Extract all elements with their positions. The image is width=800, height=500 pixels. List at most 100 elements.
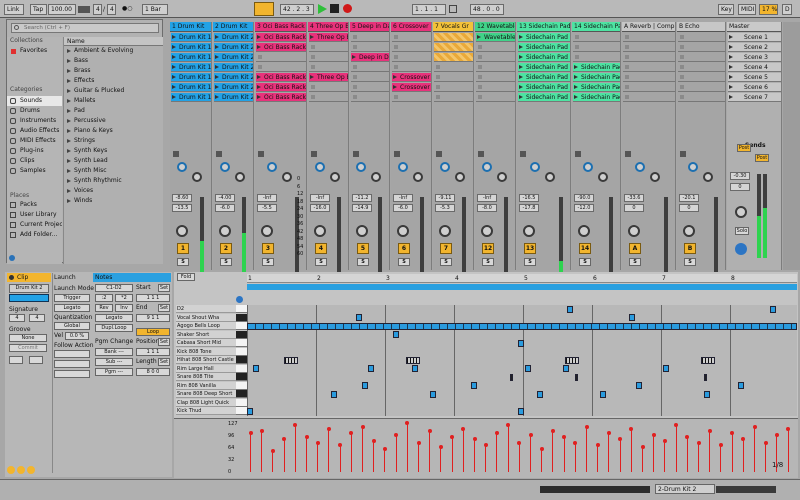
clip-slot[interactable]: Three Op Ba [309, 33, 348, 42]
velocity-handle[interactable] [774, 433, 779, 437]
sidebar-item-place[interactable]: User Library [7, 210, 62, 220]
velocity-bar[interactable] [675, 424, 677, 472]
clip-slot[interactable] [573, 33, 620, 42]
clip-launch-icon[interactable] [519, 45, 523, 49]
velocity-bar[interactable] [328, 428, 330, 472]
clip-slot[interactable] [256, 53, 306, 62]
midi-note[interactable] [738, 382, 744, 390]
clip-slot[interactable] [434, 53, 473, 62]
clip-stop-icon[interactable] [680, 85, 684, 89]
notes-range-field[interactable]: C1-D2 [95, 284, 133, 292]
clip-slot[interactable]: Drum Kit 2 [214, 43, 253, 52]
clip-slot[interactable] [623, 93, 675, 102]
track-stop-icon[interactable] [311, 151, 317, 157]
browser-item[interactable]: Synth Lead [64, 156, 163, 166]
quantization-select[interactable]: 1 Bar [142, 4, 168, 15]
sidebar-item-place[interactable]: Packs [7, 200, 62, 210]
pan-knob[interactable] [628, 225, 640, 237]
scene-launch[interactable]: Scene 2 [728, 43, 781, 52]
track-stop-icon[interactable] [258, 151, 264, 157]
piano-key[interactable] [236, 339, 247, 348]
piano-key[interactable] [236, 373, 247, 382]
solo-button[interactable]: S [398, 258, 410, 266]
clip-launch-icon[interactable] [215, 75, 219, 79]
browser-item[interactable]: Voices [64, 186, 163, 196]
preview-switch-icon[interactable] [236, 296, 243, 303]
loop-length-field[interactable]: 48 . 0 . 0 [470, 4, 504, 15]
clip-slot[interactable] [623, 83, 675, 92]
clip-stop-icon[interactable] [353, 85, 357, 89]
clip-stop-icon[interactable] [353, 75, 357, 79]
clip-slot[interactable] [476, 63, 515, 72]
track-activator-button[interactable]: 3 [262, 243, 274, 254]
velocity-bar[interactable] [664, 440, 666, 472]
clip-launch-icon[interactable] [477, 35, 481, 39]
midi-note[interactable] [575, 373, 578, 381]
midi-note[interactable] [510, 373, 513, 381]
clip-slot[interactable]: Drum Kit 1 [171, 63, 211, 72]
clip-stop-icon[interactable] [258, 65, 262, 69]
pan-knob[interactable] [176, 225, 188, 237]
metronome-icon[interactable]: ●○ [122, 5, 132, 12]
browser-item[interactable]: Winds [64, 196, 163, 206]
sidebar-item-place[interactable]: Current Project [7, 220, 62, 230]
clip-slot[interactable]: Drum Kit 1 [171, 33, 211, 42]
track-header[interactable]: 14 Sidechain Pad [572, 22, 620, 32]
track-volume-field[interactable]: -8.60 [172, 194, 192, 202]
clip-slot[interactable]: Sidechain Pad [518, 63, 570, 72]
clip-slot[interactable]: Sidechain Pad [518, 93, 570, 102]
velocity-bar[interactable] [642, 446, 643, 472]
midi-note[interactable] [567, 305, 573, 313]
send-a-knob[interactable] [267, 162, 277, 172]
expand-arrow-icon[interactable] [67, 149, 71, 153]
velocity-bar[interactable] [395, 434, 397, 472]
velocity-handle[interactable] [528, 433, 533, 437]
clip-stop-icon[interactable] [625, 85, 629, 89]
clip-name-field[interactable]: Drum Kit 2 [9, 284, 49, 293]
velocity-bar[interactable] [406, 422, 408, 472]
browser-item[interactable]: Pad [64, 106, 163, 116]
track-stop-icon[interactable] [353, 151, 359, 157]
clip-slot[interactable] [434, 43, 473, 52]
clip-stop-icon[interactable] [680, 95, 684, 99]
clip-slot[interactable]: Crossover S [392, 83, 431, 92]
clip-stop-icon[interactable] [353, 45, 357, 49]
clip-slot[interactable]: Sidechain Pad [518, 43, 570, 52]
track-stop-icon[interactable] [173, 151, 179, 157]
solo-button[interactable]: S [315, 258, 327, 266]
midi-note[interactable] [356, 314, 362, 322]
clip-slot[interactable]: Sidechain Pad [573, 63, 620, 72]
clip-launch-icon[interactable] [257, 85, 261, 89]
expand-arrow-icon[interactable] [67, 169, 71, 173]
clip-launch-icon[interactable] [393, 75, 397, 79]
expand-arrow-icon[interactable] [67, 119, 71, 123]
clip-slot[interactable] [309, 93, 348, 102]
track-activator-button[interactable]: 12 [482, 243, 494, 254]
piano-key[interactable] [236, 313, 247, 322]
bank-select[interactable]: Bank --- [95, 348, 133, 356]
track-activator-button[interactable]: B [684, 243, 696, 254]
midi-note[interactable] [412, 365, 418, 373]
follow-arrow-icon[interactable] [254, 2, 274, 16]
clip-slot[interactable] [678, 73, 725, 82]
groove-select[interactable]: None [9, 334, 47, 342]
send-b-knob[interactable] [597, 172, 608, 182]
velocity-bar[interactable] [765, 442, 767, 472]
clip-launch-icon[interactable] [310, 75, 314, 79]
browser-item[interactable]: Synth Rhythmic [64, 176, 163, 186]
send-b-knob[interactable] [650, 172, 660, 182]
send-a-knob[interactable] [481, 162, 492, 172]
loop-switch-icon[interactable] [449, 5, 457, 13]
midi-note[interactable] [663, 365, 669, 373]
clip-stop-icon[interactable] [394, 65, 398, 69]
clip-slot[interactable]: Drum Kit 2 [214, 83, 253, 92]
clip-launch-icon[interactable] [172, 95, 176, 99]
clip-slot[interactable]: Drum Kit 2 [214, 53, 253, 62]
velocity-bar[interactable] [429, 430, 431, 472]
clip-stop-icon[interactable] [436, 95, 440, 99]
velocity-handle[interactable] [416, 441, 421, 445]
velocity-handle[interactable] [584, 425, 589, 429]
velocity-bar[interactable] [485, 444, 487, 472]
clip-stop-icon[interactable] [311, 95, 315, 99]
track-activator-button[interactable]: 2 [220, 243, 232, 254]
